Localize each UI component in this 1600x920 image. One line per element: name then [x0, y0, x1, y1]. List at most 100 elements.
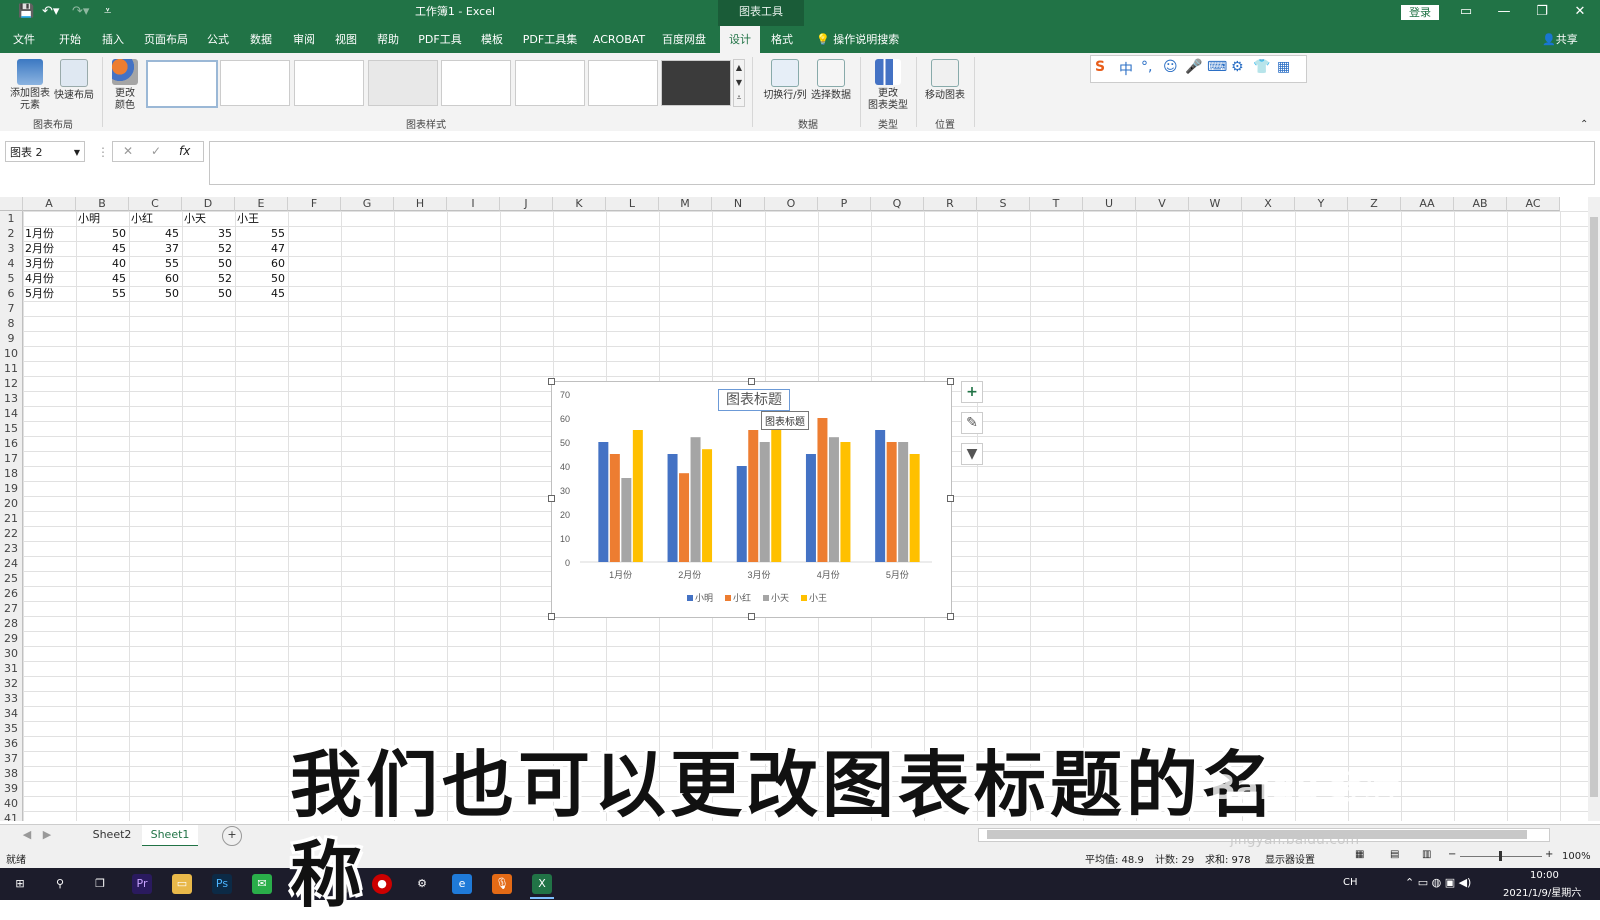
table-value-cell[interactable]: 55	[76, 286, 126, 301]
chart-style-1[interactable]	[146, 60, 218, 108]
photoshop-icon[interactable]: Ps	[212, 874, 232, 894]
column-header-V[interactable]: V	[1136, 197, 1189, 211]
punctuation-icon[interactable]: °,	[1141, 59, 1152, 75]
page-layout-view-icon[interactable]: ▤	[1390, 849, 1399, 860]
table-value-cell[interactable]: 37	[129, 241, 179, 256]
settings-icon[interactable]: ⚙	[1231, 59, 1244, 75]
column-header-U[interactable]: U	[1083, 197, 1136, 211]
column-header-K[interactable]: K	[553, 197, 606, 211]
restore-button[interactable]: ❐	[1524, 0, 1560, 26]
excel-taskbar-icon[interactable]: X	[532, 874, 552, 894]
row-header-2[interactable]: 2	[0, 226, 23, 241]
tab-baidu-netdisk[interactable]: 百度网盘	[658, 26, 710, 53]
sheet-tab-sheet1[interactable]: Sheet1	[142, 825, 198, 847]
row-header-16[interactable]: 16	[0, 436, 23, 451]
row-header-1[interactable]: 1	[0, 211, 23, 226]
column-header-AB[interactable]: AB	[1454, 197, 1507, 211]
chart-style-6[interactable]	[515, 60, 585, 106]
skin-icon[interactable]: 👕	[1253, 59, 1270, 75]
table-value-cell[interactable]: 45	[76, 271, 126, 286]
chart-style-8[interactable]	[661, 60, 731, 106]
minimize-button[interactable]: —	[1486, 0, 1522, 26]
table-header-cell[interactable]: 小明	[78, 211, 128, 226]
resize-handle-s[interactable]	[748, 613, 755, 620]
table-header-cell[interactable]: 小天	[184, 211, 234, 226]
tab-view[interactable]: 视图	[328, 26, 364, 53]
column-header-R[interactable]: R	[924, 197, 977, 211]
tab-data[interactable]: 数据	[243, 26, 279, 53]
enter-icon[interactable]: ✓	[151, 144, 161, 158]
table-value-cell[interactable]: 60	[235, 256, 285, 271]
zoom-out-icon[interactable]: −	[1448, 849, 1456, 860]
chart-style-7[interactable]	[588, 60, 658, 106]
table-row-label[interactable]: 4月份	[25, 271, 75, 286]
tab-design[interactable]: 设计	[720, 26, 760, 53]
column-header-Q[interactable]: Q	[871, 197, 924, 211]
sheet-tab-sheet2[interactable]: Sheet2	[86, 825, 138, 845]
row-header-31[interactable]: 31	[0, 661, 23, 676]
record-icon[interactable]: ●	[372, 874, 392, 894]
voice-icon[interactable]: 🎤	[1185, 59, 1202, 75]
search-icon[interactable]: ⚲	[50, 874, 70, 894]
page-break-view-icon[interactable]: ▥	[1422, 849, 1431, 860]
column-header-A[interactable]: A	[23, 197, 76, 211]
redo-icon[interactable]: ↷▾	[72, 4, 89, 19]
row-header-40[interactable]: 40	[0, 796, 23, 811]
table-value-cell[interactable]: 50	[182, 256, 232, 271]
column-header-Z[interactable]: Z	[1348, 197, 1401, 211]
zoom-in-icon[interactable]: +	[1545, 849, 1553, 860]
insert-function-icon[interactable]: fx	[179, 144, 190, 158]
change-chart-type-button[interactable]: 更改 图表类型	[864, 59, 912, 112]
tab-template[interactable]: 模板	[474, 26, 510, 53]
resize-handle-w[interactable]	[548, 495, 555, 502]
zoom-level[interactable]: 100%	[1562, 851, 1591, 862]
row-header-12[interactable]: 12	[0, 376, 23, 391]
table-value-cell[interactable]: 40	[76, 256, 126, 271]
table-value-cell[interactable]: 52	[182, 271, 232, 286]
column-header-X[interactable]: X	[1242, 197, 1295, 211]
zoom-slider-thumb[interactable]	[1499, 851, 1502, 861]
column-header-L[interactable]: L	[606, 197, 659, 211]
tab-page-layout[interactable]: 页面布局	[140, 26, 192, 53]
tab-help[interactable]: 帮助	[370, 26, 406, 53]
windows-start-icon[interactable]: ⊞	[10, 874, 30, 894]
tab-home[interactable]: 开始	[52, 26, 88, 53]
column-header-M[interactable]: M	[659, 197, 712, 211]
column-header-W[interactable]: W	[1189, 197, 1242, 211]
table-header-cell[interactable]: 小红	[131, 211, 181, 226]
row-header-11[interactable]: 11	[0, 361, 23, 376]
row-header-28[interactable]: 28	[0, 616, 23, 631]
chart-style-3[interactable]	[294, 60, 364, 106]
column-header-S[interactable]: S	[977, 197, 1030, 211]
tell-me-search[interactable]: 💡 操作说明搜索	[816, 26, 899, 53]
resize-handle-n[interactable]	[748, 378, 755, 385]
undo-icon[interactable]: ↶▾	[42, 4, 59, 19]
row-header-29[interactable]: 29	[0, 631, 23, 646]
settings-gear-icon[interactable]: ⚙	[412, 874, 432, 894]
save-icon[interactable]: 💾	[18, 4, 34, 19]
ribbon-display-icon[interactable]: ▭	[1448, 0, 1484, 26]
tab-format[interactable]: 格式	[764, 26, 800, 53]
cancel-icon[interactable]: ✕	[123, 144, 133, 158]
row-header-34[interactable]: 34	[0, 706, 23, 721]
microphone-app-icon[interactable]: 🎙	[492, 874, 512, 894]
row-header-37[interactable]: 37	[0, 751, 23, 766]
quick-layout-button[interactable]: 快速布局	[52, 59, 96, 102]
table-row-label[interactable]: 2月份	[25, 241, 75, 256]
column-header-B[interactable]: B	[76, 197, 129, 211]
move-chart-button[interactable]: 移动图表	[920, 59, 970, 102]
row-header-18[interactable]: 18	[0, 466, 23, 481]
row-header-20[interactable]: 20	[0, 496, 23, 511]
table-value-cell[interactable]: 35	[182, 226, 232, 241]
next-sheet-icon[interactable]: ▶	[40, 825, 54, 845]
gallery-scroll[interactable]: ▲ ▼ ⩡	[733, 59, 745, 107]
table-value-cell[interactable]: 45	[76, 241, 126, 256]
sogou-logo-icon[interactable]: S	[1095, 59, 1105, 75]
tab-file[interactable]: 文件	[6, 26, 42, 53]
row-header-3[interactable]: 3	[0, 241, 23, 256]
table-value-cell[interactable]: 60	[129, 271, 179, 286]
row-header-32[interactable]: 32	[0, 676, 23, 691]
row-header-22[interactable]: 22	[0, 526, 23, 541]
chart-style-2[interactable]	[220, 60, 290, 106]
table-row-label[interactable]: 3月份	[25, 256, 75, 271]
